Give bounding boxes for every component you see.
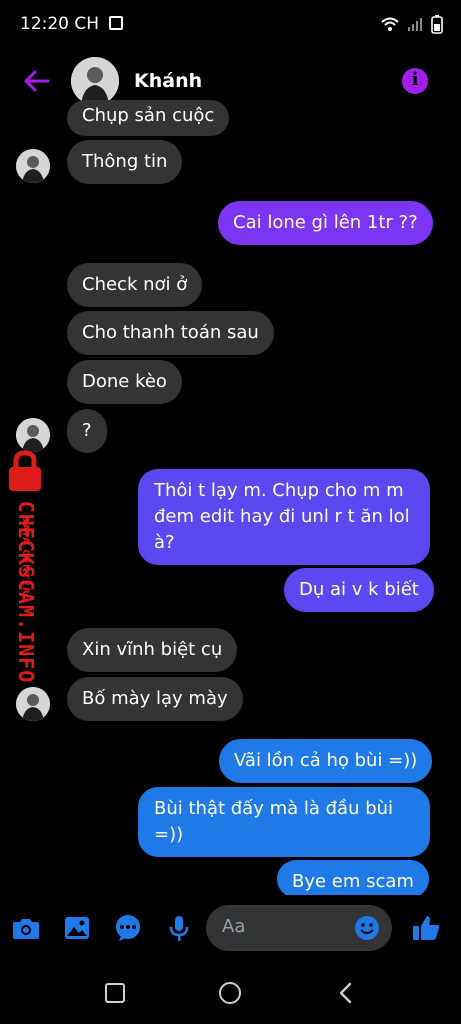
home-icon[interactable]: [217, 980, 243, 1006]
info-icon[interactable]: i: [402, 68, 428, 94]
system-nav-bar: [0, 963, 461, 1024]
message-composer: Aa: [0, 895, 461, 963]
status-time: 12:20 CH: [20, 14, 100, 34]
status-bar: 12:20 CH: [0, 0, 461, 48]
message-incoming[interactable]: ?: [67, 409, 107, 453]
status-icons: [381, 14, 443, 34]
message-incoming[interactable]: Done kèo: [67, 360, 182, 404]
recent-apps-icon[interactable]: [104, 982, 126, 1004]
chat-header: Khánh i: [0, 48, 461, 116]
gallery-notification-icon: [109, 16, 123, 30]
message-outgoing[interactable]: Cai lone gì lên 1tr ??: [218, 201, 433, 245]
thumbs-up-icon[interactable]: [410, 912, 442, 944]
message-incoming[interactable]: Thông tin: [67, 140, 183, 184]
message-incoming[interactable]: Cho thanh toán sau: [67, 311, 274, 355]
message-incoming[interactable]: Check nơi ở: [67, 263, 203, 307]
message-incoming[interactable]: Xin vĩnh biệt cụ: [67, 628, 238, 672]
message-incoming[interactable]: Chụp sản cuộc: [67, 100, 230, 136]
message-outgoing[interactable]: Thôi t lạy m. Chụp cho m m đem edit hay …: [138, 469, 430, 565]
message-incoming[interactable]: Bố mày lạy mày: [67, 677, 243, 721]
wifi-icon: [381, 17, 399, 31]
signal-icon: [408, 18, 422, 31]
back-arrow-icon[interactable]: [22, 66, 52, 96]
sender-avatar[interactable]: [16, 149, 50, 183]
sender-avatar[interactable]: [16, 418, 50, 452]
message-outgoing[interactable]: Bùi thật đấy mà là đầu bùi =)): [138, 787, 430, 857]
watermark-text: CHECKSCAM.INFO: [14, 500, 38, 684]
camera-icon[interactable]: [10, 912, 42, 944]
battery-icon: [431, 15, 443, 34]
chat-bubble-icon[interactable]: [112, 912, 144, 944]
contact-name[interactable]: Khánh: [134, 70, 202, 92]
message-input-placeholder: Aa: [222, 916, 246, 937]
message-input[interactable]: Aa: [206, 905, 392, 951]
message-outgoing[interactable]: Dụ ai v k biết: [284, 568, 434, 612]
message-outgoing[interactable]: Vãi lồn cả họ bùi =)): [219, 739, 433, 783]
checkscam-watermark: DATA CENTER CHECKSCAM.INFO: [0, 450, 60, 683]
message-outgoing[interactable]: Bye em scam: [277, 860, 429, 898]
back-nav-icon[interactable]: [336, 981, 356, 1005]
gallery-icon[interactable]: [61, 912, 93, 944]
emoji-icon[interactable]: [354, 915, 380, 941]
contact-avatar[interactable]: [71, 57, 119, 105]
microphone-icon[interactable]: [163, 912, 195, 944]
